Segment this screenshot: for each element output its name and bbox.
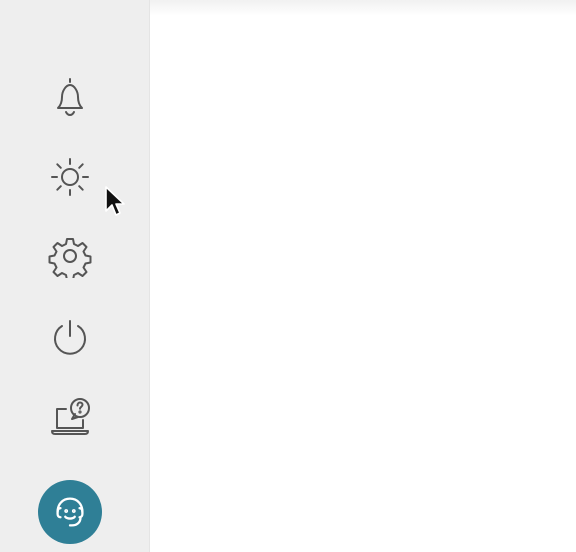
gear-icon bbox=[48, 238, 92, 278]
sun-icon bbox=[51, 158, 89, 196]
sidebar bbox=[0, 0, 150, 552]
notifications-button[interactable] bbox=[40, 66, 100, 126]
bell-icon bbox=[57, 78, 83, 116]
brightness-button[interactable] bbox=[40, 147, 100, 207]
mouse-cursor-icon bbox=[105, 186, 125, 216]
settings-button[interactable] bbox=[40, 226, 100, 286]
laptop-help-icon bbox=[51, 398, 90, 435]
power-button[interactable] bbox=[40, 307, 100, 367]
headset-smiley-icon bbox=[56, 497, 84, 527]
support-chat-button[interactable] bbox=[38, 480, 102, 544]
app-window bbox=[0, 0, 576, 552]
power-icon bbox=[54, 320, 86, 355]
help-button[interactable] bbox=[40, 387, 100, 447]
